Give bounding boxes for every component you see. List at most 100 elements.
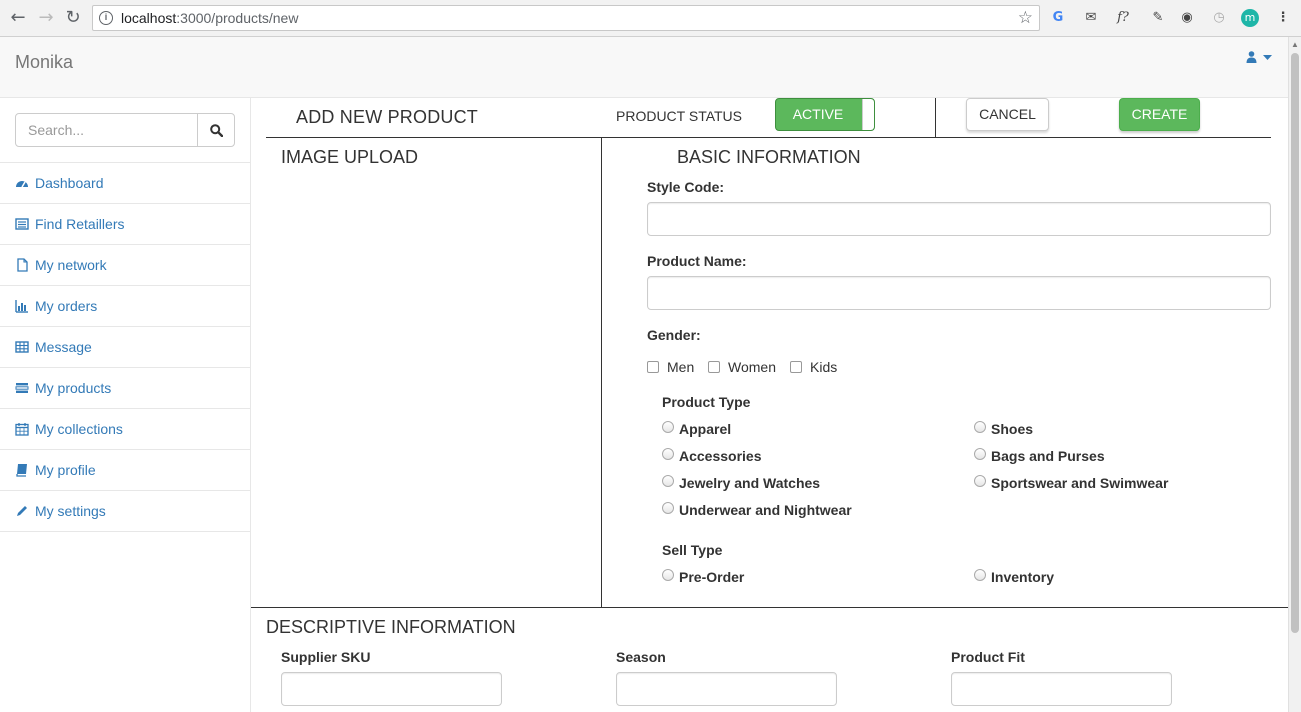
camera-extension-icon[interactable]: ◉ <box>1178 9 1196 27</box>
mail-extension-icon[interactable]: ✉ <box>1082 9 1100 27</box>
panel-divider <box>601 138 602 607</box>
season-field[interactable] <box>616 672 837 706</box>
sidebar-item-my-products[interactable]: My products <box>0 368 250 409</box>
gender-men-label: Men <box>667 359 695 375</box>
page-title: ADD NEW PRODUCT <box>296 107 478 127</box>
sell-type-label: Sell Type <box>662 542 723 558</box>
sidebar-item-my-settings[interactable]: My settings <box>0 491 250 532</box>
gender-women-checkbox[interactable] <box>708 361 720 373</box>
url-text: localhost:3000/products/new <box>121 10 298 26</box>
section-divider <box>251 607 1288 608</box>
product-status-toggle[interactable]: ACTIVE <box>775 98 875 131</box>
image-upload-title: IMAGE UPLOAD <box>281 147 419 167</box>
basic-information-title: BASIC INFORMATION <box>677 147 861 167</box>
product-type-sportswear-radio[interactable] <box>974 475 986 487</box>
bookmark-star-icon[interactable]: ☆ <box>1018 8 1033 28</box>
product-type-accessories-label: Accessories <box>679 448 762 464</box>
dashboard-icon <box>16 181 28 188</box>
url-host: localhost <box>121 10 177 26</box>
sidebar-item-my-profile[interactable]: My profile <box>0 450 250 491</box>
url-path: :3000/products/new <box>176 10 299 26</box>
header-divider <box>935 98 936 138</box>
supplier-sku-label: Supplier SKU <box>281 649 371 665</box>
product-type-jewelry-radio[interactable] <box>662 475 674 487</box>
sidebar-item-dashboard[interactable]: Dashboard <box>0 163 250 204</box>
scroll-thumb[interactable] <box>1291 53 1299 633</box>
search-icon <box>210 124 223 137</box>
bar-chart-icon <box>15 300 28 313</box>
product-type-underwear-label: Underwear and Nightwear <box>679 502 852 518</box>
product-name-field[interactable] <box>647 276 1271 310</box>
gender-label: Gender: <box>647 327 701 343</box>
supplier-sku-field[interactable] <box>281 672 502 706</box>
sidebar-item-label: My products <box>35 380 112 396</box>
product-name-label: Product Name: <box>647 253 747 269</box>
product-type-shoes-label: Shoes <box>991 421 1034 437</box>
gender-kids-label: Kids <box>810 359 838 375</box>
profile-avatar-icon[interactable]: m <box>1241 9 1259 27</box>
address-bar[interactable]: i localhost:3000/products/new ☆ <box>92 5 1040 31</box>
sidebar-item-my-orders[interactable]: My orders <box>0 286 250 327</box>
back-icon[interactable]: ← <box>8 8 28 28</box>
scroll-up-icon[interactable]: ▲ <box>1291 40 1299 49</box>
toggle-knob[interactable] <box>862 99 874 130</box>
product-type-jewelry-label: Jewelry and Watches <box>679 475 821 491</box>
page-scrollbar[interactable]: ▲ <box>1288 37 1301 712</box>
sell-type-preorder-label: Pre-Order <box>679 569 745 585</box>
menu-kebab-icon[interactable]: ⋮ <box>1274 9 1292 27</box>
sidebar-nav: Dashboard Find Retaillers My network My … <box>0 162 250 532</box>
sidebar-item-label: My collections <box>35 421 123 437</box>
table-icon <box>15 341 29 353</box>
reload-icon[interactable]: ↻ <box>63 8 83 28</box>
product-fit-field[interactable] <box>951 672 1172 706</box>
descriptive-information-title: DESCRIPTIVE INFORMATION <box>266 617 516 637</box>
sell-type-inventory-radio[interactable] <box>974 569 986 581</box>
toggle-on-label: ACTIVE <box>792 106 844 122</box>
sidebar-item-message[interactable]: Message <box>0 327 250 368</box>
product-type-bags-radio[interactable] <box>974 448 986 460</box>
product-type-apparel-label: Apparel <box>679 421 732 437</box>
translate-extension-icon[interactable]: G <box>1049 9 1067 27</box>
caret-down-icon <box>1263 55 1272 60</box>
brand-name[interactable]: Monika <box>15 52 73 73</box>
clock-extension-icon[interactable]: ◷ <box>1210 9 1228 27</box>
product-type-bags-label: Bags and Purses <box>991 448 1105 464</box>
product-type-label: Product Type <box>662 394 751 410</box>
sidebar-item-label: My profile <box>35 462 96 478</box>
create-button[interactable]: CREATE <box>1119 98 1200 131</box>
sidebar-item-label: Find Retaillers <box>35 216 125 232</box>
sell-type-preorder-radio[interactable] <box>662 569 674 581</box>
function-extension-icon[interactable]: f? <box>1114 9 1132 27</box>
sidebar-item-label: Message <box>35 339 92 355</box>
sidebar-item-my-network[interactable]: My network <box>0 245 250 286</box>
search-input[interactable] <box>15 113 198 147</box>
app-navbar: Monika <box>0 37 1288 98</box>
user-icon <box>1246 51 1257 63</box>
file-icon <box>17 258 28 272</box>
product-type-underwear-radio[interactable] <box>662 502 674 514</box>
forward-icon[interactable]: → <box>36 8 56 28</box>
user-menu-toggle[interactable] <box>1246 51 1272 66</box>
pencil-icon <box>17 506 27 516</box>
product-fit-label: Product Fit <box>951 649 1025 665</box>
info-icon[interactable]: i <box>99 11 113 25</box>
product-type-apparel-radio[interactable] <box>662 421 674 433</box>
search-button[interactable] <box>197 113 235 147</box>
style-code-field[interactable] <box>647 202 1271 236</box>
season-label: Season <box>616 649 666 665</box>
list-icon <box>15 218 29 230</box>
product-type-accessories-radio[interactable] <box>662 448 674 460</box>
sidebar-item-my-collections[interactable]: My collections <box>0 409 250 450</box>
product-header-bar: ADD NEW PRODUCT PRODUCT STATUS ACTIVE CA… <box>266 98 1271 138</box>
sidebar-item-label: My network <box>35 257 107 273</box>
product-status-label: PRODUCT STATUS <box>616 108 743 124</box>
sidebar-item-find-retaillers[interactable]: Find Retaillers <box>0 204 250 245</box>
gender-kids-checkbox[interactable] <box>790 361 802 373</box>
calendar-icon <box>15 423 29 436</box>
eyedropper-extension-icon[interactable]: ✎ <box>1149 9 1167 27</box>
product-type-shoes-radio[interactable] <box>974 421 986 433</box>
cancel-button[interactable]: CANCEL <box>966 98 1049 131</box>
gender-men-checkbox[interactable] <box>647 361 659 373</box>
sidebar: Dashboard Find Retaillers My network My … <box>0 98 251 712</box>
browser-toolbar: ← → ↻ i localhost:3000/products/new ☆ G … <box>0 0 1301 37</box>
